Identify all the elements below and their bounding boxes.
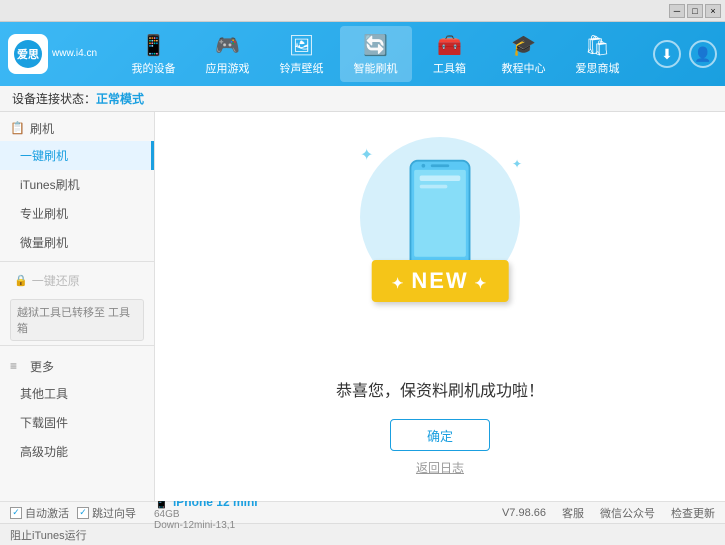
- apps-games-icon: 🎮: [215, 33, 240, 58]
- apps-games-label: 应用游戏: [206, 60, 250, 76]
- my-device-label: 我的设备: [132, 60, 176, 76]
- sidebar: 📋 刷机 一键刷机 iTunes刷机 专业刷机 微量刷机 🔒 一键还原 越狱工具…: [0, 112, 155, 501]
- wallpaper-icon: 🖼: [289, 33, 314, 58]
- tutorial-label: 教程中心: [502, 60, 546, 76]
- sidebar-divider-1: [0, 261, 154, 262]
- title-bar: ─ □ ×: [0, 0, 725, 22]
- device-storage: 64GB: [154, 509, 258, 520]
- more-section-label: 更多: [30, 358, 54, 375]
- close-button[interactable]: ×: [705, 4, 721, 18]
- tutorial-icon: 🎓: [511, 33, 536, 58]
- customer-service-link[interactable]: 客服: [562, 505, 584, 521]
- logo: 爱思 www.i4.cn: [8, 34, 98, 74]
- itunes-label: 阻止iTunes运行: [10, 527, 87, 543]
- sidebar-grayed-restore: 🔒 一键还原: [0, 266, 154, 295]
- logo-text: www.i4.cn: [52, 47, 97, 61]
- logo-icon: 爱思: [8, 34, 48, 74]
- download-button[interactable]: ⬇: [653, 40, 681, 68]
- check-update-link[interactable]: 检查更新: [671, 505, 715, 521]
- nav-store[interactable]: 🛍 爱思商城: [562, 26, 634, 82]
- lock-icon: 🔒: [14, 274, 28, 287]
- flash-section-label: 刷机: [30, 120, 54, 137]
- sidebar-item-other-tools[interactable]: 其他工具: [0, 379, 154, 408]
- nav-actions: ⬇ 👤: [653, 40, 717, 68]
- store-label: 爱思商城: [576, 60, 620, 76]
- skip-wizard-checkbox-group: ✓ 跳过向导: [77, 505, 136, 521]
- sidebar-notice-jailbreak: 越狱工具已转移至 工具箱: [10, 299, 144, 341]
- toolbox-label: 工具箱: [433, 60, 466, 76]
- restore-button[interactable]: □: [687, 4, 703, 18]
- wallpaper-label: 铃声壁纸: [280, 60, 324, 76]
- status-label: 设备连接状态：: [12, 90, 96, 107]
- flash-section-icon: 📋: [10, 121, 26, 137]
- nav-toolbox[interactable]: 🧰 工具箱: [414, 26, 486, 82]
- bottom-bar: ✓ 自动激活 ✓ 跳过向导 📱 iPhone 12 mini 64GB Down…: [0, 501, 725, 523]
- user-button[interactable]: 👤: [689, 40, 717, 68]
- minimize-button[interactable]: ─: [669, 4, 685, 18]
- my-device-icon: 📱: [141, 33, 166, 58]
- smart-flash-label: 智能刷机: [354, 60, 398, 76]
- main-layout: 📋 刷机 一键刷机 iTunes刷机 专业刷机 微量刷机 🔒 一键还原 越狱工具…: [0, 112, 725, 501]
- hero-illustration: ✦ ✦ NEW: [340, 137, 540, 357]
- wechat-link[interactable]: 微信公众号: [600, 505, 655, 521]
- sidebar-item-data-flash[interactable]: 微量刷机: [0, 228, 154, 257]
- auto-connect-checkbox-group: ✓ 自动激活: [10, 505, 69, 521]
- smart-flash-icon: 🔄: [363, 33, 388, 58]
- sparkle-left-icon: ✦: [360, 145, 373, 165]
- back-link[interactable]: 返回日志: [416, 459, 464, 476]
- sidebar-divider-2: [0, 345, 154, 346]
- nav-items: 📱 我的设备 🎮 应用游戏 🖼 铃声壁纸 🔄 智能刷机 🧰 工具箱 🎓 教程中心…: [98, 26, 653, 82]
- sidebar-section-more: ≡ 更多: [0, 350, 154, 379]
- more-section-icon: ≡: [10, 359, 26, 375]
- svg-text:爱思: 爱思: [17, 48, 39, 61]
- bottom-right: V7.98.66 客服 微信公众号 检查更新: [502, 505, 715, 521]
- header: 爱思 www.i4.cn 📱 我的设备 🎮 应用游戏 🖼 铃声壁纸 🔄 智能刷机…: [0, 22, 725, 86]
- nav-wallpaper[interactable]: 🖼 铃声壁纸: [266, 26, 338, 82]
- skip-wizard-checkbox[interactable]: ✓: [77, 507, 89, 519]
- nav-tutorial[interactable]: 🎓 教程中心: [488, 26, 560, 82]
- content-area: ✦ ✦ NEW 恭喜您，保资料刷机成功啦！ 确定 返回日志: [155, 112, 725, 501]
- status-bar: 设备连接状态： 正常模式: [0, 86, 725, 112]
- device-firmware: Down-12mini-13,1: [154, 520, 258, 531]
- sidebar-item-itunes-flash[interactable]: iTunes刷机: [0, 170, 154, 199]
- auto-connect-label: 自动激活: [25, 505, 69, 521]
- nav-smart-flash[interactable]: 🔄 智能刷机: [340, 26, 412, 82]
- version-text: V7.98.66: [502, 507, 546, 519]
- phone-illustration: [400, 157, 480, 277]
- logo-svg: 爱思: [12, 38, 44, 70]
- success-message: 恭喜您，保资料刷机成功啦！: [336, 377, 544, 401]
- auto-connect-checkbox[interactable]: ✓: [10, 507, 22, 519]
- sidebar-item-one-key-flash[interactable]: 一键刷机: [0, 141, 154, 170]
- sidebar-item-download-firmware[interactable]: 下载固件: [0, 408, 154, 437]
- sidebar-item-pro-flash[interactable]: 专业刷机: [0, 199, 154, 228]
- skip-wizard-label: 跳过向导: [92, 505, 136, 521]
- status-value: 正常模式: [96, 90, 144, 107]
- sidebar-section-flash: 📋 刷机: [0, 112, 154, 141]
- confirm-button[interactable]: 确定: [390, 419, 490, 451]
- logo-site: www.i4.cn: [52, 47, 97, 61]
- nav-my-device[interactable]: 📱 我的设备: [118, 26, 190, 82]
- sparkle-right-icon: ✦: [512, 157, 522, 171]
- nav-apps-games[interactable]: 🎮 应用游戏: [192, 26, 264, 82]
- toolbox-icon: 🧰: [437, 33, 462, 58]
- new-badge: NEW: [372, 260, 509, 302]
- store-icon: 🛍: [585, 33, 610, 58]
- sidebar-item-advanced[interactable]: 高级功能: [0, 437, 154, 466]
